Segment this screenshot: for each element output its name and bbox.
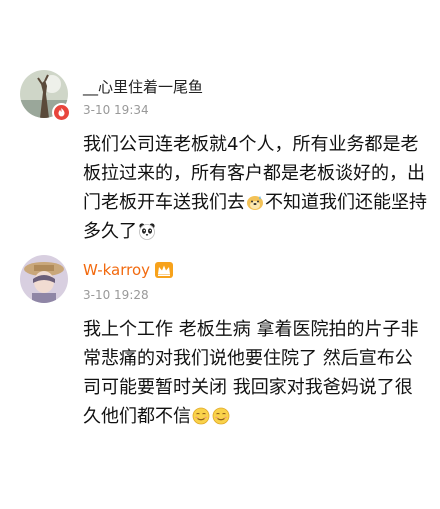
vip-crown-icon (155, 262, 174, 282)
doge-sweat-emoji-icon (246, 193, 264, 211)
comment-time: 3-10 19:34 (83, 103, 149, 117)
comment-time: 3-10 19:28 (83, 288, 149, 302)
username[interactable]: W-karroy (83, 261, 174, 282)
panda-emoji-icon (138, 222, 156, 240)
awkward-smile-emoji-icon (212, 407, 230, 425)
avatar[interactable] (20, 255, 68, 303)
comment-list: __心里住着一尾鱼 3-10 19:34 我们公司连老板就4个人，所有业务都是老… (0, 0, 440, 509)
username-text[interactable]: W-karroy (83, 261, 150, 279)
verified-badge-icon (52, 103, 71, 122)
comment-text: 我上个工作 老板生病 拿着医院拍的片子非常悲痛的对我们说他要住院了 然后宣布公司… (83, 315, 428, 431)
awkward-smile-emoji-icon (192, 407, 210, 425)
comment-text: 我们公司连老板就4个人，所有业务都是老板拉过来的，所有客户都是老板谈好的，出门老… (83, 130, 428, 246)
comment-text-part: 我上个工作 老板生病 拿着医院拍的片子非常悲痛的对我们说他要住院了 然后宣布公司… (83, 319, 419, 427)
username[interactable]: __心里住着一尾鱼 (83, 76, 203, 97)
